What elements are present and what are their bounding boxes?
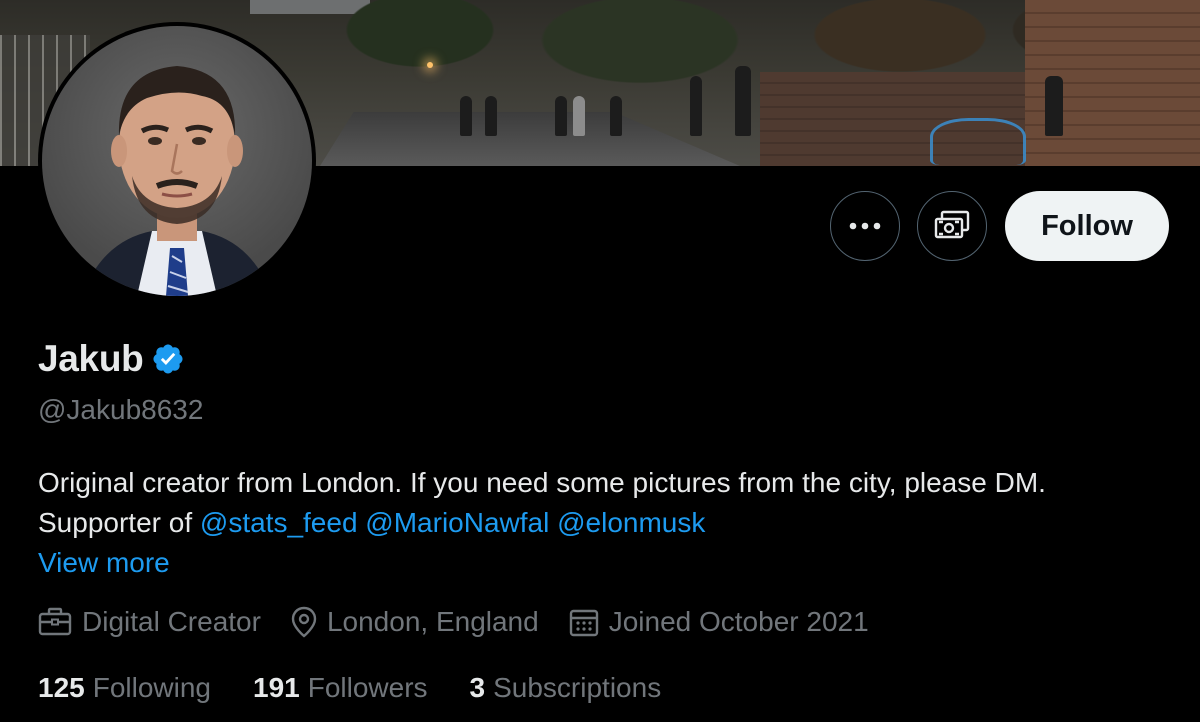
- briefcase-icon: [38, 607, 72, 636]
- profile-bio: Original creator from London. If you nee…: [38, 463, 1178, 543]
- profile-joined: Joined October 2021: [569, 606, 869, 638]
- banner-pedestrian: [610, 96, 622, 136]
- profile-stats: 125 Following 191 Followers 3 Subscripti…: [38, 672, 703, 704]
- following-count: 125: [38, 672, 85, 703]
- banner-pedestrian: [555, 96, 567, 136]
- banner-pedestrian: [1045, 76, 1063, 136]
- more-horizontal-icon: [849, 222, 881, 230]
- following-label: Following: [92, 672, 211, 703]
- bio-supporter-prefix: Supporter of: [38, 507, 193, 538]
- avatar-portrait-illustration: [82, 66, 272, 296]
- following-link[interactable]: 125 Following: [38, 672, 211, 704]
- subscriptions-count: 3: [469, 672, 486, 703]
- bio-supporter-line: Supporter of @stats_feed @MarioNawfal @e…: [38, 503, 1178, 543]
- subscriptions-label: Subscriptions: [493, 672, 662, 703]
- banner-pedestrian: [735, 66, 751, 136]
- user-handle: @Jakub8632: [38, 394, 204, 425]
- profile-meta: Digital Creator London, England Joined O…: [38, 606, 899, 638]
- profile-category: Digital Creator: [38, 606, 261, 638]
- follow-button[interactable]: Follow: [1005, 191, 1169, 261]
- display-name-row: Jakub: [38, 338, 185, 380]
- profile-location: London, England: [291, 606, 539, 638]
- verified-badge-icon[interactable]: [151, 342, 185, 376]
- more-options-button[interactable]: [830, 191, 900, 261]
- followers-link[interactable]: 191 Followers: [253, 672, 428, 704]
- subscriptions-link[interactable]: 3 Subscriptions: [470, 672, 662, 704]
- bio-text: Original creator from London. If you nee…: [38, 467, 1046, 498]
- followers-label: Followers: [307, 672, 428, 703]
- joined-text: Joined October 2021: [608, 606, 869, 637]
- location-pin-icon: [291, 606, 317, 638]
- calendar-icon: [569, 609, 598, 637]
- avatar-photo: [42, 26, 312, 296]
- subscription-money-icon: [934, 210, 970, 239]
- mention-link[interactable]: @elonmusk: [557, 507, 705, 538]
- view-more-link[interactable]: View more: [38, 547, 170, 579]
- banner-street-lamp: [427, 62, 433, 68]
- banner-bicycle: [930, 118, 1026, 165]
- banner-pedestrian: [573, 96, 585, 136]
- followers-count: 191: [253, 672, 300, 703]
- banner-pedestrian: [460, 96, 472, 136]
- category-text: Digital Creator: [82, 606, 261, 637]
- location-text: London, England: [326, 606, 539, 637]
- display-name: Jakub: [38, 338, 144, 379]
- subscribe-button[interactable]: [917, 191, 987, 261]
- banner-pedestrian: [690, 76, 702, 136]
- profile-avatar[interactable]: [38, 22, 316, 300]
- banner-road: [320, 112, 740, 166]
- banner-pedestrian: [485, 96, 497, 136]
- mention-link[interactable]: @MarioNawfal: [365, 507, 549, 538]
- mention-link[interactable]: @stats_feed: [200, 507, 358, 538]
